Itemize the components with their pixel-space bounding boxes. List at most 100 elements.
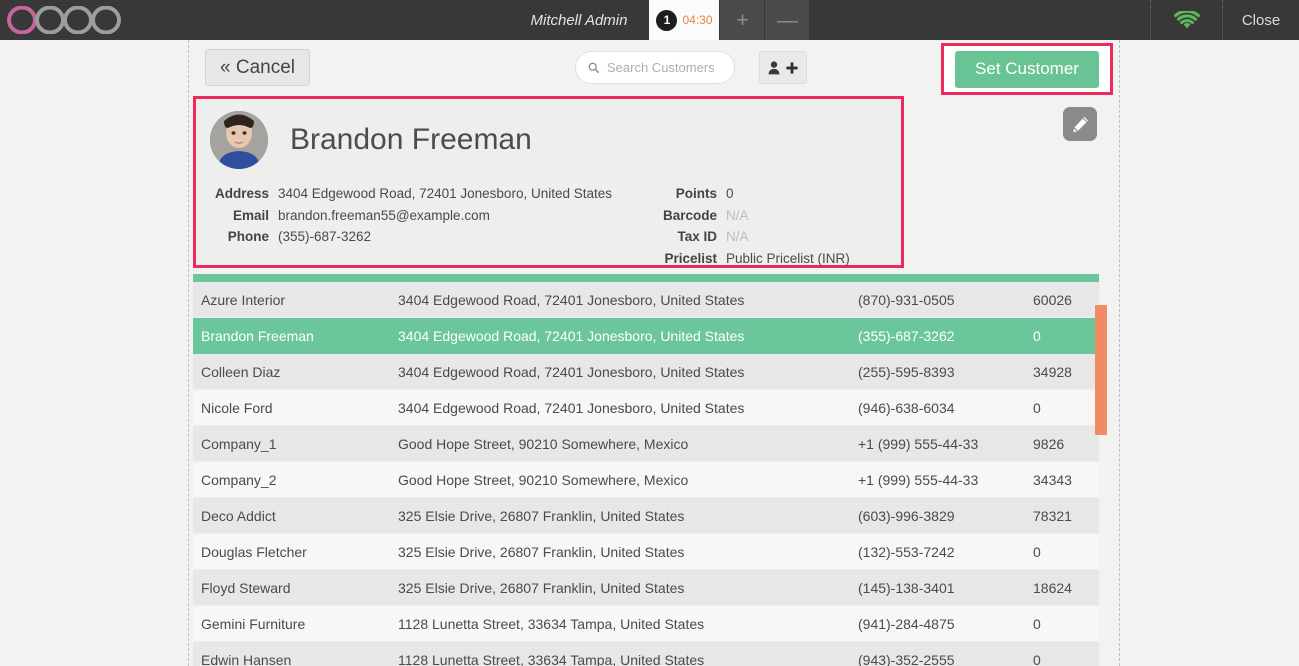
field-label: Phone — [227, 229, 269, 244]
table-row[interactable]: Douglas Fletcher 325 Elsie Drive, 26807 … — [193, 534, 1099, 570]
row-phone: +1 (999) 555-44-33 — [858, 471, 979, 488]
row-address: 325 Elsie Drive, 26807 Franklin, United … — [398, 507, 685, 524]
pos-screen: « Cancel Set Customer — [188, 40, 1120, 666]
customer-toolbar: « Cancel Set Customer — [189, 40, 1119, 96]
row-number: 34928 — [1033, 363, 1072, 380]
row-phone: (355)-687-3262 — [858, 327, 955, 344]
row-phone: (943)-352-2555 — [858, 651, 955, 666]
list-top-selected-sliver — [193, 274, 1099, 282]
user-plus-icon — [768, 60, 779, 74]
table-row[interactable]: Floyd Steward 325 Elsie Drive, 26807 Fra… — [193, 570, 1099, 606]
row-name: Nicole Ford — [201, 399, 273, 416]
row-name: Deco Addict — [201, 507, 276, 524]
row-number: 0 — [1033, 399, 1041, 416]
row-number: 60026 — [1033, 291, 1072, 308]
page-body: « Cancel Set Customer — [0, 40, 1299, 666]
edit-customer-button[interactable] — [1063, 107, 1097, 141]
customer-fields-right: Points 0 Barcode N/A Tax ID N/A Pricelis… — [638, 183, 888, 269]
table-row[interactable]: Colleen Diaz 3404 Edgewood Road, 72401 J… — [193, 354, 1099, 390]
row-address: 3404 Edgewood Road, 72401 Jonesboro, Uni… — [398, 291, 745, 308]
row-phone: (946)-638-6034 — [858, 399, 955, 416]
row-address: 3404 Edgewood Road, 72401 Jonesboro, Uni… — [398, 399, 745, 416]
customer-name: Brandon Freeman — [290, 123, 532, 156]
add-customer-button[interactable] — [759, 51, 807, 84]
row-phone: (941)-284-4875 — [858, 615, 955, 632]
row-phone: (603)-996-3829 — [858, 507, 955, 524]
order-tab-active[interactable]: 1 04:30 — [649, 0, 720, 40]
row-name: Brandon Freeman — [201, 327, 314, 344]
row-name: Floyd Steward — [201, 579, 291, 596]
table-row[interactable]: Company_2 Good Hope Street, 90210 Somewh… — [193, 462, 1099, 498]
top-bar: Mitchell Admin 1 04:30 + — Close — [0, 0, 1299, 40]
field-value: 0 — [726, 186, 734, 201]
table-row[interactable]: Deco Addict 325 Elsie Drive, 26807 Frank… — [193, 498, 1099, 534]
wifi-icon — [1173, 10, 1200, 28]
row-address: 1128 Lunetta Street, 33634 Tampa, United… — [398, 651, 705, 666]
field-value: brandon.freeman55@example.com — [278, 207, 490, 223]
search-input[interactable] — [607, 60, 722, 75]
row-phone: (132)-553-7242 — [858, 543, 955, 560]
row-phone: (870)-931-0505 — [858, 291, 955, 308]
remove-order-button[interactable]: — — [765, 0, 810, 40]
customer-detail-card: Brandon Freeman Address 3404 Edgewood Ro… — [193, 96, 904, 268]
row-number: 78321 — [1033, 507, 1072, 524]
table-row[interactable]: Company_1 Good Hope Street, 90210 Somewh… — [193, 426, 1099, 462]
table-row-selected[interactable]: Brandon Freeman 3404 Edgewood Road, 7240… — [193, 318, 1099, 354]
field-barcode: Barcode N/A — [638, 205, 888, 227]
table-row[interactable]: Azure Interior 3404 Edgewood Road, 72401… — [193, 282, 1099, 318]
row-number: 9826 — [1033, 435, 1065, 452]
connection-status[interactable] — [1150, 0, 1222, 40]
field-value: N/A — [726, 207, 749, 223]
field-label: Tax ID — [677, 229, 717, 244]
row-number: 34343 — [1033, 471, 1072, 488]
field-value: N/A — [726, 229, 749, 244]
row-name: Gemini Furniture — [201, 615, 306, 632]
row-number: 18624 — [1033, 579, 1072, 596]
row-address: 3404 Edgewood Road, 72401 Jonesboro, Uni… — [398, 363, 745, 380]
row-address: Good Hope Street, 90210 Somewhere, Mexic… — [398, 435, 689, 452]
search-icon — [588, 62, 599, 73]
field-pricelist: Pricelist Public Pricelist (INR) — [638, 248, 888, 270]
field-label: Address — [214, 186, 269, 201]
top-bar-center: Mitchell Admin 1 04:30 + — — [190, 0, 1150, 40]
row-phone: (145)-138-3401 — [858, 579, 955, 596]
row-phone: +1 (999) 555-44-33 — [858, 435, 979, 452]
row-name: Colleen Diaz — [201, 363, 281, 380]
row-phone: (255)-595-8393 — [858, 363, 955, 380]
top-bar-right: Close — [1150, 0, 1299, 40]
customer-fields-left: Address 3404 Edgewood Road, 72401 Jonesb… — [196, 183, 638, 269]
row-address: 3404 Edgewood Road, 72401 Jonesboro, Uni… — [398, 327, 745, 344]
row-name: Azure Interior — [201, 291, 286, 308]
list-scrollbar-thumb[interactable] — [1095, 305, 1107, 435]
field-tax-id: Tax ID N/A — [638, 226, 888, 248]
row-name: Douglas Fletcher — [201, 543, 307, 560]
table-row[interactable]: Gemini Furniture 1128 Lunetta Street, 33… — [193, 606, 1099, 642]
row-number: 0 — [1033, 327, 1041, 344]
row-name: Company_1 — [201, 435, 277, 452]
field-value: Public Pricelist (INR) — [726, 250, 850, 266]
avatar-photo — [210, 111, 268, 169]
customer-list[interactable]: Azure Interior 3404 Edgewood Road, 72401… — [193, 274, 1099, 666]
set-customer-highlight: Set Customer — [941, 43, 1113, 95]
order-count-badge: 1 — [656, 9, 678, 31]
cancel-button[interactable]: « Cancel — [205, 49, 310, 86]
field-label: Pricelist — [664, 250, 717, 266]
close-button[interactable]: Close — [1222, 0, 1299, 40]
search-customers-box[interactable] — [575, 51, 735, 84]
table-row[interactable]: Edwin Hansen 1128 Lunetta Street, 33634 … — [193, 642, 1099, 666]
row-number: 0 — [1033, 615, 1041, 632]
row-address: 1128 Lunetta Street, 33634 Tampa, United… — [398, 615, 705, 632]
field-value: (355)-687-3262 — [278, 229, 372, 244]
current-user-label: Mitchell Admin — [530, 11, 628, 29]
odoo-logo[interactable] — [0, 0, 190, 40]
field-label: Points — [675, 186, 717, 201]
order-timer: 04:30 — [682, 13, 713, 27]
customer-card-header: Brandon Freeman — [196, 99, 901, 169]
add-order-button[interactable]: + — [720, 0, 765, 40]
set-customer-button[interactable]: Set Customer — [955, 50, 1099, 88]
pencil-icon — [1072, 116, 1088, 132]
table-row[interactable]: Nicole Ford 3404 Edgewood Road, 72401 Jo… — [193, 390, 1099, 426]
row-name: Edwin Hansen — [201, 651, 292, 666]
row-number: 0 — [1033, 543, 1041, 560]
row-number: 0 — [1033, 651, 1041, 666]
